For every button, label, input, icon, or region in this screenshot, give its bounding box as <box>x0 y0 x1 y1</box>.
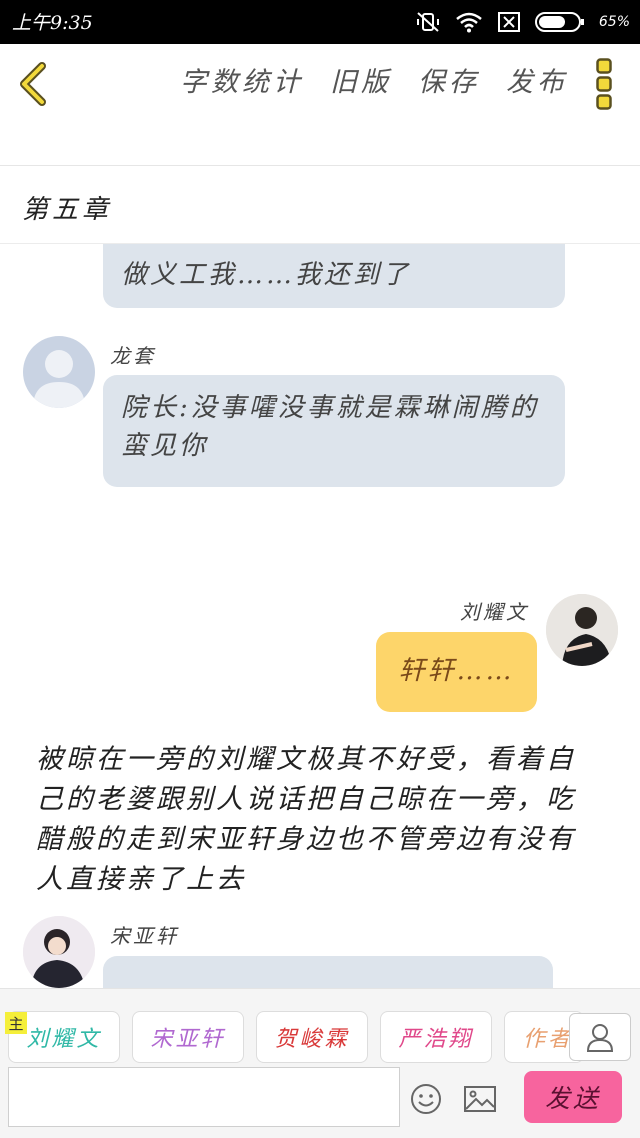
word-count-button[interactable]: 字数统计 <box>180 60 304 99</box>
chat-content[interactable]: 做义工我……我还到了 龙套 院长:没事嚯没事就是霖琳闹腾的蛮见你 刘耀文 轩轩…… <box>0 244 640 988</box>
smiley-icon <box>411 1084 441 1114</box>
back-button[interactable] <box>14 60 54 108</box>
status-time: 上午9:35 <box>12 12 93 34</box>
image-icon <box>464 1086 496 1112</box>
role-label: 严浩翔 <box>398 1027 474 1052</box>
send-button[interactable]: 发送 <box>524 1071 622 1123</box>
wifi-icon <box>456 12 482 33</box>
vertical-dots-icon <box>596 58 612 110</box>
image-button[interactable] <box>463 1084 497 1114</box>
role-label: 作者 <box>523 1027 574 1052</box>
old-version-button[interactable]: 旧版 <box>330 60 392 99</box>
user-photo <box>546 594 618 666</box>
avatar[interactable] <box>23 336 95 408</box>
narration-text[interactable]: 被晾在一旁的刘耀文极其不好受，看着自己的老婆跟别人说话把自己晾在一旁，吃醋般的走… <box>36 740 596 900</box>
vibrate-off-icon <box>416 12 439 32</box>
user-photo <box>23 916 95 988</box>
status-bar: 上午9:35 65% <box>0 0 640 44</box>
publish-button[interactable]: 发布 <box>506 60 568 99</box>
battery-icon <box>534 12 584 32</box>
person-icon <box>586 1024 614 1052</box>
role-label: 贺峻霖 <box>274 1027 350 1052</box>
compose-bar: 主 刘耀文 宋亚轩 贺峻霖 严浩翔 作者 发送 <box>0 988 640 1138</box>
toolbar-actions: 字数统计 旧版 保存 发布 <box>180 60 568 99</box>
message-bubble[interactable]: 做义工我……我还到了 <box>103 244 565 308</box>
role-selector: 刘耀文 宋亚轩 贺峻霖 严浩翔 作者 <box>8 1011 584 1063</box>
main-role-badge: 主 <box>5 1012 27 1034</box>
message-text: 做义工我……我还到了 <box>121 260 412 290</box>
role-button-song-yaxuan[interactable]: 宋亚轩 <box>132 1011 244 1063</box>
chevron-left-icon <box>20 62 46 106</box>
emoji-button[interactable] <box>410 1083 442 1115</box>
message-bubble[interactable]: 院长:没事嚯没事就是霖琳闹腾的蛮见你 <box>103 375 565 487</box>
speaker-name: 龙套 <box>110 344 156 368</box>
sim-x-icon <box>497 12 520 32</box>
save-button[interactable]: 保存 <box>418 60 480 99</box>
add-role-button[interactable] <box>569 1013 631 1061</box>
message-text: 轩轩…… <box>398 656 515 686</box>
speaker-name: 刘耀文 <box>460 600 529 624</box>
chapter-title: 第五章 <box>22 195 113 225</box>
message-bubble[interactable]: 轩轩…… <box>376 632 537 712</box>
role-label: 刘耀文 <box>26 1027 102 1052</box>
speaker-name: 宋亚轩 <box>110 924 179 948</box>
more-menu-button[interactable] <box>596 58 612 110</box>
status-icons: 65% <box>415 10 630 34</box>
send-label: 发送 <box>544 1084 601 1113</box>
role-label: 宋亚轩 <box>150 1027 226 1052</box>
avatar[interactable] <box>23 916 95 988</box>
avatar[interactable] <box>546 594 618 666</box>
message-bubble[interactable] <box>103 956 553 988</box>
chapter-title-bar[interactable]: 第五章 <box>0 167 640 244</box>
battery-percent: 65% <box>598 14 630 30</box>
role-button-he-junlin[interactable]: 贺峻霖 <box>256 1011 368 1063</box>
message-input[interactable] <box>8 1067 400 1127</box>
role-button-yan-haoxiang[interactable]: 严浩翔 <box>380 1011 492 1063</box>
default-avatar-icon <box>33 350 85 408</box>
message-text: 院长:没事嚯没事就是霖琳闹腾的蛮见你 <box>121 393 539 461</box>
